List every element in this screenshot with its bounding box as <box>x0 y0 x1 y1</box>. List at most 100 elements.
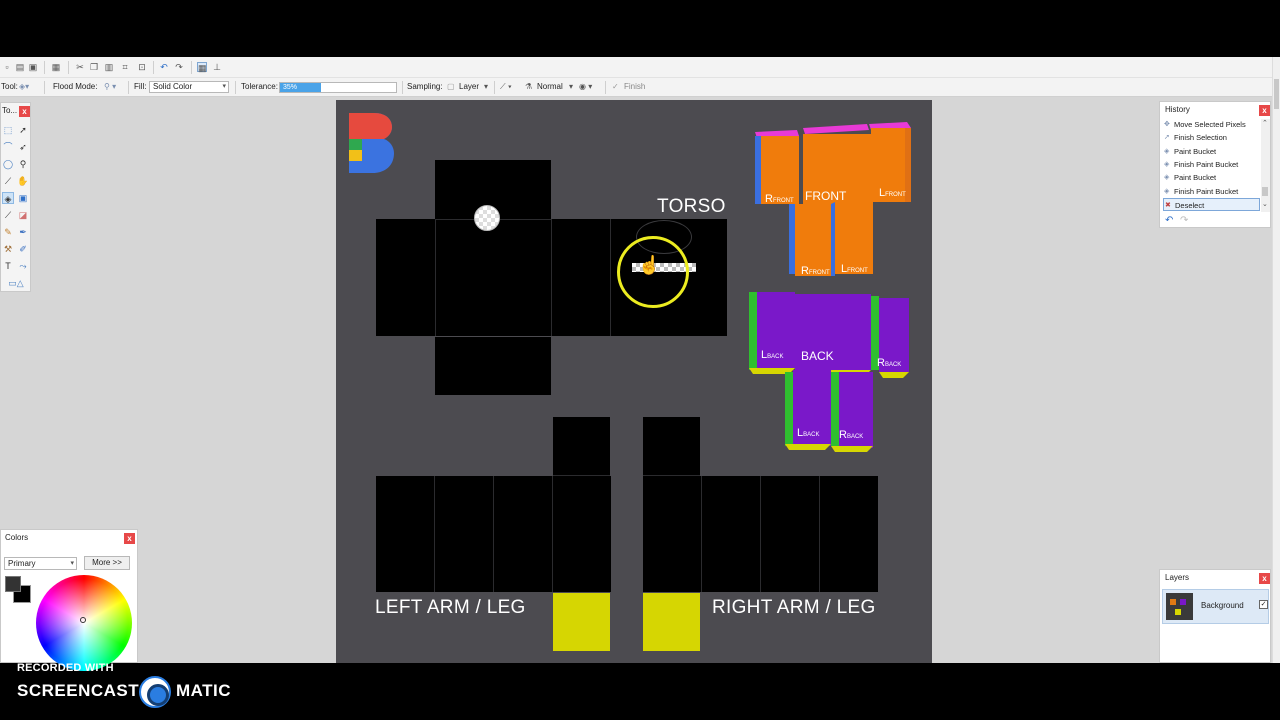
history-step-icon: ◈ <box>1164 187 1170 195</box>
crop-icon[interactable]: ⌗ <box>120 62 130 72</box>
history-item[interactable]: ✖ Deselect <box>1163 197 1260 211</box>
transparent-area <box>474 205 500 231</box>
history-item[interactable]: ◈ Finish Paint Bucket <box>1163 185 1260 198</box>
flood-mode-dropdown[interactable]: ⚲ ▾ <box>104 82 116 91</box>
tool-options-bar: Tool: ◈▾ Flood Mode: ⚲ ▾ Fill: Solid Col… <box>0 78 1280 97</box>
deselect-icon[interactable]: ⊡ <box>137 62 147 72</box>
history-item[interactable]: ◈ Paint Bucket <box>1163 171 1260 184</box>
zoom-icon[interactable]: ⚲ <box>17 158 29 170</box>
watermark-screencast: SCREENCAST <box>17 681 140 700</box>
grid-line <box>553 475 610 476</box>
history-item-label: Deselect <box>1175 200 1205 210</box>
ruler-icon[interactable]: ⊥ <box>212 62 222 72</box>
left-limb-bottom-face[interactable] <box>553 593 610 651</box>
history-scrollbar[interactable]: ⌃ ⌄ <box>1261 119 1270 212</box>
history-step-icon: ◈ <box>1164 147 1170 155</box>
tools-panel-title: To... <box>2 106 18 115</box>
redo-icon[interactable]: ↷ <box>1180 215 1188 226</box>
back-r-letter: R <box>877 357 885 369</box>
history-item-label: Paint Bucket <box>1174 146 1217 156</box>
clone-stamp-icon[interactable]: ⚒ <box>2 243 14 255</box>
torso-bottom-face[interactable] <box>435 337 551 395</box>
paintbrush-icon[interactable]: ⟋ <box>2 209 14 221</box>
right-limb-top-face[interactable] <box>643 417 700 475</box>
back-r-sub-2: BACK <box>847 434 863 440</box>
chevron-down-icon[interactable]: ▾ <box>569 82 573 91</box>
move-selected-icon[interactable]: ➚ <box>17 124 29 136</box>
color-wheel[interactable] <box>36 575 132 671</box>
history-item[interactable]: ✥ Move Selected Pixels <box>1163 118 1260 131</box>
history-step-icon: ✥ <box>1164 121 1170 128</box>
antialias-icon[interactable]: ⟋ ▾ <box>500 82 512 92</box>
color-wheel-marker[interactable] <box>80 617 86 623</box>
eraser-icon[interactable]: ◪ <box>17 209 29 221</box>
ellipse-select-icon[interactable]: ◯ <box>2 158 14 170</box>
layer-visibility-checkbox[interactable]: ✓ <box>1259 600 1268 609</box>
move-selection-icon[interactable]: ➶ <box>17 141 29 153</box>
color-picker-icon[interactable]: ✒ <box>17 226 29 238</box>
redo-icon[interactable]: ↷ <box>174 62 184 72</box>
paint-bucket-icon[interactable]: ◈▾ <box>19 82 29 91</box>
main-toolbar: ▫ ▤ ▣ ▦ ✂ ❐ ▥ ⌗ ⊡ ↶ ↷ ▦ ⊥ <box>0 57 1280 133</box>
save-icon[interactable]: ▣ <box>28 62 38 72</box>
print-icon[interactable]: ▦ <box>51 62 61 72</box>
colors-title: Colors <box>5 533 29 542</box>
new-image-icon[interactable]: ▫ <box>2 62 12 72</box>
pencil-icon[interactable]: ✎ <box>2 226 14 238</box>
grid-line <box>701 476 702 592</box>
watermark-recorded-with: RECORDED WITH <box>17 662 114 674</box>
lasso-icon[interactable]: ⌒ <box>2 141 14 153</box>
shapes-icon[interactable]: ▭△ <box>5 277 27 289</box>
layer-row[interactable]: Background ✓ <box>1162 589 1269 624</box>
undo-icon[interactable]: ↶ <box>159 62 169 72</box>
right-arm-leg-label: RIGHT ARM / LEG <box>712 597 876 618</box>
paint-bucket-tool-icon[interactable]: ◈ <box>2 192 14 204</box>
grid-line <box>552 476 553 592</box>
color-mode-select[interactable]: Primary ▾ <box>4 557 77 570</box>
primary-color-swatch[interactable] <box>5 576 21 592</box>
left-limb-top-face[interactable] <box>553 417 610 475</box>
grid-icon[interactable]: ▦ <box>197 62 207 73</box>
tolerance-slider[interactable]: 35% <box>279 82 397 93</box>
grid-line <box>434 476 435 592</box>
history-item[interactable]: ◈ Paint Bucket <box>1163 145 1260 158</box>
open-icon[interactable]: ▤ <box>15 62 25 72</box>
back-l-sub-2: BACK <box>803 432 819 438</box>
line-curve-icon[interactable]: ⤳ <box>17 260 29 272</box>
tool-label: Tool: <box>1 82 18 91</box>
layer-name: Background <box>1201 601 1244 610</box>
chevron-down-icon: ▾ <box>222 83 226 90</box>
recolor-icon[interactable]: ✐ <box>17 243 29 255</box>
vertical-scrollbar[interactable] <box>1272 57 1280 663</box>
rect-select-icon[interactable]: ⬚ <box>2 124 14 136</box>
sampling-layer-icon: ▢ <box>447 82 455 91</box>
screencast-logo-icon <box>139 676 171 708</box>
history-item-label: Paint Bucket <box>1174 173 1217 183</box>
pan-icon[interactable]: ✋ <box>17 175 29 187</box>
gradient-icon[interactable]: ▣ <box>17 192 29 204</box>
close-icon[interactable]: x <box>19 106 30 117</box>
close-icon[interactable]: x <box>1259 105 1270 116</box>
chevron-down-icon[interactable]: ▾ <box>484 82 488 91</box>
cut-icon[interactable]: ✂ <box>75 62 85 72</box>
history-panel: History x ✥ Move Selected Pixels ➚ Finish S… <box>1159 101 1271 228</box>
history-item[interactable]: ◈ Finish Paint Bucket <box>1163 158 1260 171</box>
right-limb-bottom-face[interactable] <box>643 593 700 651</box>
sampling-label: Sampling: <box>407 82 443 91</box>
alpha-mode-icon[interactable]: ◉ ▾ <box>579 82 592 91</box>
history-item[interactable]: ➚ Finish Selection <box>1163 131 1260 144</box>
grid-line <box>819 476 820 592</box>
more-colors-button[interactable]: More >> <box>84 556 130 570</box>
magic-wand-icon[interactable]: ⟋ <box>2 175 14 187</box>
paste-icon[interactable]: ▥ <box>104 62 114 72</box>
screen: ▫ ▤ ▣ ▦ ✂ ❐ ▥ ⌗ ⊡ ↶ ↷ ▦ ⊥ Tool: ◈▾ Flood… <box>0 0 1280 720</box>
copy-icon[interactable]: ❐ <box>89 62 99 72</box>
sampling-select[interactable]: Layer <box>459 82 479 91</box>
text-icon[interactable]: T <box>2 260 14 272</box>
finish-button[interactable]: Finish <box>624 82 645 91</box>
fill-select[interactable]: Solid Color ▾ <box>149 81 229 93</box>
blend-mode-select[interactable]: Normal <box>537 82 563 91</box>
close-icon[interactable]: x <box>124 533 135 544</box>
undo-icon[interactable]: ↶ <box>1165 215 1173 226</box>
close-icon[interactable]: x <box>1259 573 1270 584</box>
